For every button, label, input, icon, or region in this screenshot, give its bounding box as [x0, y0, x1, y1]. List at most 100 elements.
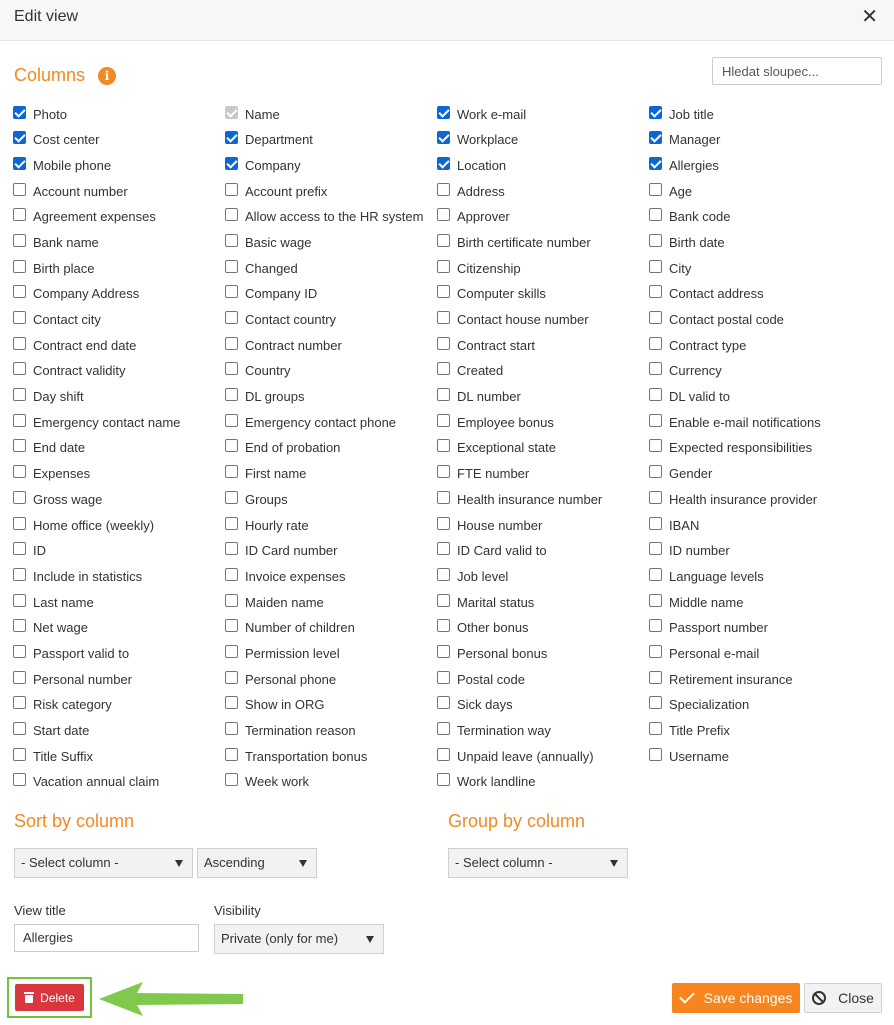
column-checkbox[interactable]: [437, 208, 450, 222]
column-checkbox[interactable]: [225, 722, 238, 735]
column-checkbox[interactable]: [649, 259, 662, 273]
column-checkbox[interactable]: [13, 233, 26, 247]
column-option[interactable]: Changed: [225, 257, 298, 277]
column-option[interactable]: Unpaid leave (annually): [437, 745, 594, 765]
column-option[interactable]: Gross wage: [13, 488, 102, 508]
column-option[interactable]: First name: [225, 463, 306, 483]
column-checkbox[interactable]: [13, 182, 26, 196]
column-option[interactable]: Cost center: [13, 129, 99, 149]
column-option[interactable]: Termination way: [437, 720, 551, 740]
column-option[interactable]: Country: [225, 360, 291, 380]
column-checkbox[interactable]: [13, 439, 26, 453]
column-checkbox[interactable]: [649, 516, 662, 530]
column-checkbox[interactable]: [437, 131, 450, 145]
column-option[interactable]: Show in ORG: [225, 694, 324, 714]
save-changes-button[interactable]: Save changes: [672, 983, 800, 1013]
column-checkbox[interactable]: [437, 182, 450, 196]
column-checkbox[interactable]: [649, 131, 662, 145]
column-option[interactable]: Expected responsibilities: [649, 437, 812, 457]
column-checkbox[interactable]: [225, 182, 238, 196]
column-option[interactable]: Contract type: [649, 334, 746, 354]
column-checkbox[interactable]: [13, 336, 26, 350]
column-checkbox[interactable]: [437, 670, 450, 684]
column-option[interactable]: Personal number: [13, 668, 132, 688]
column-option[interactable]: Postal code: [437, 668, 525, 688]
column-checkbox[interactable]: [13, 413, 26, 427]
column-checkbox[interactable]: [13, 465, 26, 479]
column-checkbox[interactable]: [225, 388, 238, 402]
column-option[interactable]: Bank code: [649, 206, 730, 226]
column-option[interactable]: FTE number: [437, 463, 529, 483]
close-button[interactable]: Close: [804, 983, 882, 1013]
column-option[interactable]: Specialization: [649, 694, 749, 714]
column-checkbox[interactable]: [225, 439, 238, 453]
column-checkbox[interactable]: [13, 696, 26, 710]
column-option[interactable]: Personal bonus: [437, 642, 547, 662]
column-checkbox[interactable]: [13, 362, 26, 376]
column-checkbox[interactable]: [225, 696, 238, 710]
column-checkbox[interactable]: [437, 285, 450, 299]
column-option[interactable]: Contact postal code: [649, 309, 784, 329]
column-option[interactable]: Maiden name: [225, 591, 324, 611]
column-option[interactable]: End of probation: [225, 437, 340, 457]
column-option[interactable]: Job level: [437, 565, 508, 585]
column-option[interactable]: Middle name: [649, 591, 743, 611]
column-checkbox[interactable]: [13, 567, 26, 581]
column-option[interactable]: Birth certificate number: [437, 231, 591, 251]
column-checkbox[interactable]: [437, 388, 450, 402]
column-checkbox[interactable]: [225, 747, 238, 761]
column-option[interactable]: Exceptional state: [437, 437, 556, 457]
column-checkbox[interactable]: [437, 696, 450, 710]
column-option[interactable]: House number: [437, 514, 542, 534]
column-search-input[interactable]: [712, 57, 882, 85]
column-option[interactable]: Mobile phone: [13, 154, 111, 174]
column-checkbox[interactable]: [437, 311, 450, 324]
column-option[interactable]: Computer skills: [437, 283, 546, 303]
column-option[interactable]: Birth date: [649, 231, 725, 251]
column-option[interactable]: Personal e-mail: [649, 642, 759, 662]
column-checkbox[interactable]: [649, 285, 662, 299]
column-option[interactable]: Emergency contact name: [13, 411, 180, 431]
column-checkbox[interactable]: [13, 311, 26, 324]
column-checkbox[interactable]: [13, 670, 26, 684]
column-option[interactable]: Address: [437, 180, 505, 200]
column-option[interactable]: DL groups: [225, 386, 305, 406]
column-option[interactable]: Day shift: [13, 386, 84, 406]
column-checkbox[interactable]: [225, 156, 238, 170]
column-checkbox[interactable]: [13, 131, 26, 145]
delete-button[interactable]: Delete: [15, 984, 84, 1011]
column-checkbox[interactable]: [225, 619, 238, 633]
column-option[interactable]: Account prefix: [225, 180, 327, 200]
group-column-select[interactable]: - Select column -: [448, 848, 628, 878]
column-option[interactable]: DL valid to: [649, 386, 730, 406]
column-option[interactable]: Last name: [13, 591, 94, 611]
column-checkbox[interactable]: [225, 644, 238, 658]
column-checkbox[interactable]: [13, 722, 26, 735]
column-option[interactable]: ID number: [649, 540, 730, 560]
column-checkbox[interactable]: [649, 362, 662, 376]
column-checkbox[interactable]: [437, 490, 450, 504]
column-option[interactable]: Passport valid to: [13, 642, 129, 662]
column-checkbox[interactable]: [649, 593, 662, 607]
column-option[interactable]: Home office (weekly): [13, 514, 154, 534]
column-checkbox[interactable]: [437, 619, 450, 633]
column-checkbox[interactable]: [225, 773, 238, 787]
column-option[interactable]: Manager: [649, 129, 720, 149]
column-option[interactable]: Retirement insurance: [649, 668, 793, 688]
column-option[interactable]: Termination reason: [225, 720, 356, 740]
column-checkbox[interactable]: [649, 670, 662, 684]
column-checkbox[interactable]: [437, 644, 450, 658]
column-option[interactable]: Language levels: [649, 565, 764, 585]
column-option[interactable]: ID Card number: [225, 540, 337, 560]
column-option[interactable]: Contract number: [225, 334, 342, 354]
column-checkbox[interactable]: [649, 105, 662, 119]
column-option[interactable]: City: [649, 257, 691, 277]
column-checkbox[interactable]: [649, 156, 662, 170]
column-option[interactable]: Allow access to the HR system: [225, 206, 423, 226]
column-option[interactable]: Vacation annual claim: [13, 771, 159, 791]
column-checkbox[interactable]: [225, 336, 238, 350]
column-option[interactable]: Permission level: [225, 642, 340, 662]
column-option[interactable]: Work landline: [437, 771, 536, 791]
column-checkbox[interactable]: [437, 439, 450, 453]
column-checkbox[interactable]: [437, 567, 450, 581]
